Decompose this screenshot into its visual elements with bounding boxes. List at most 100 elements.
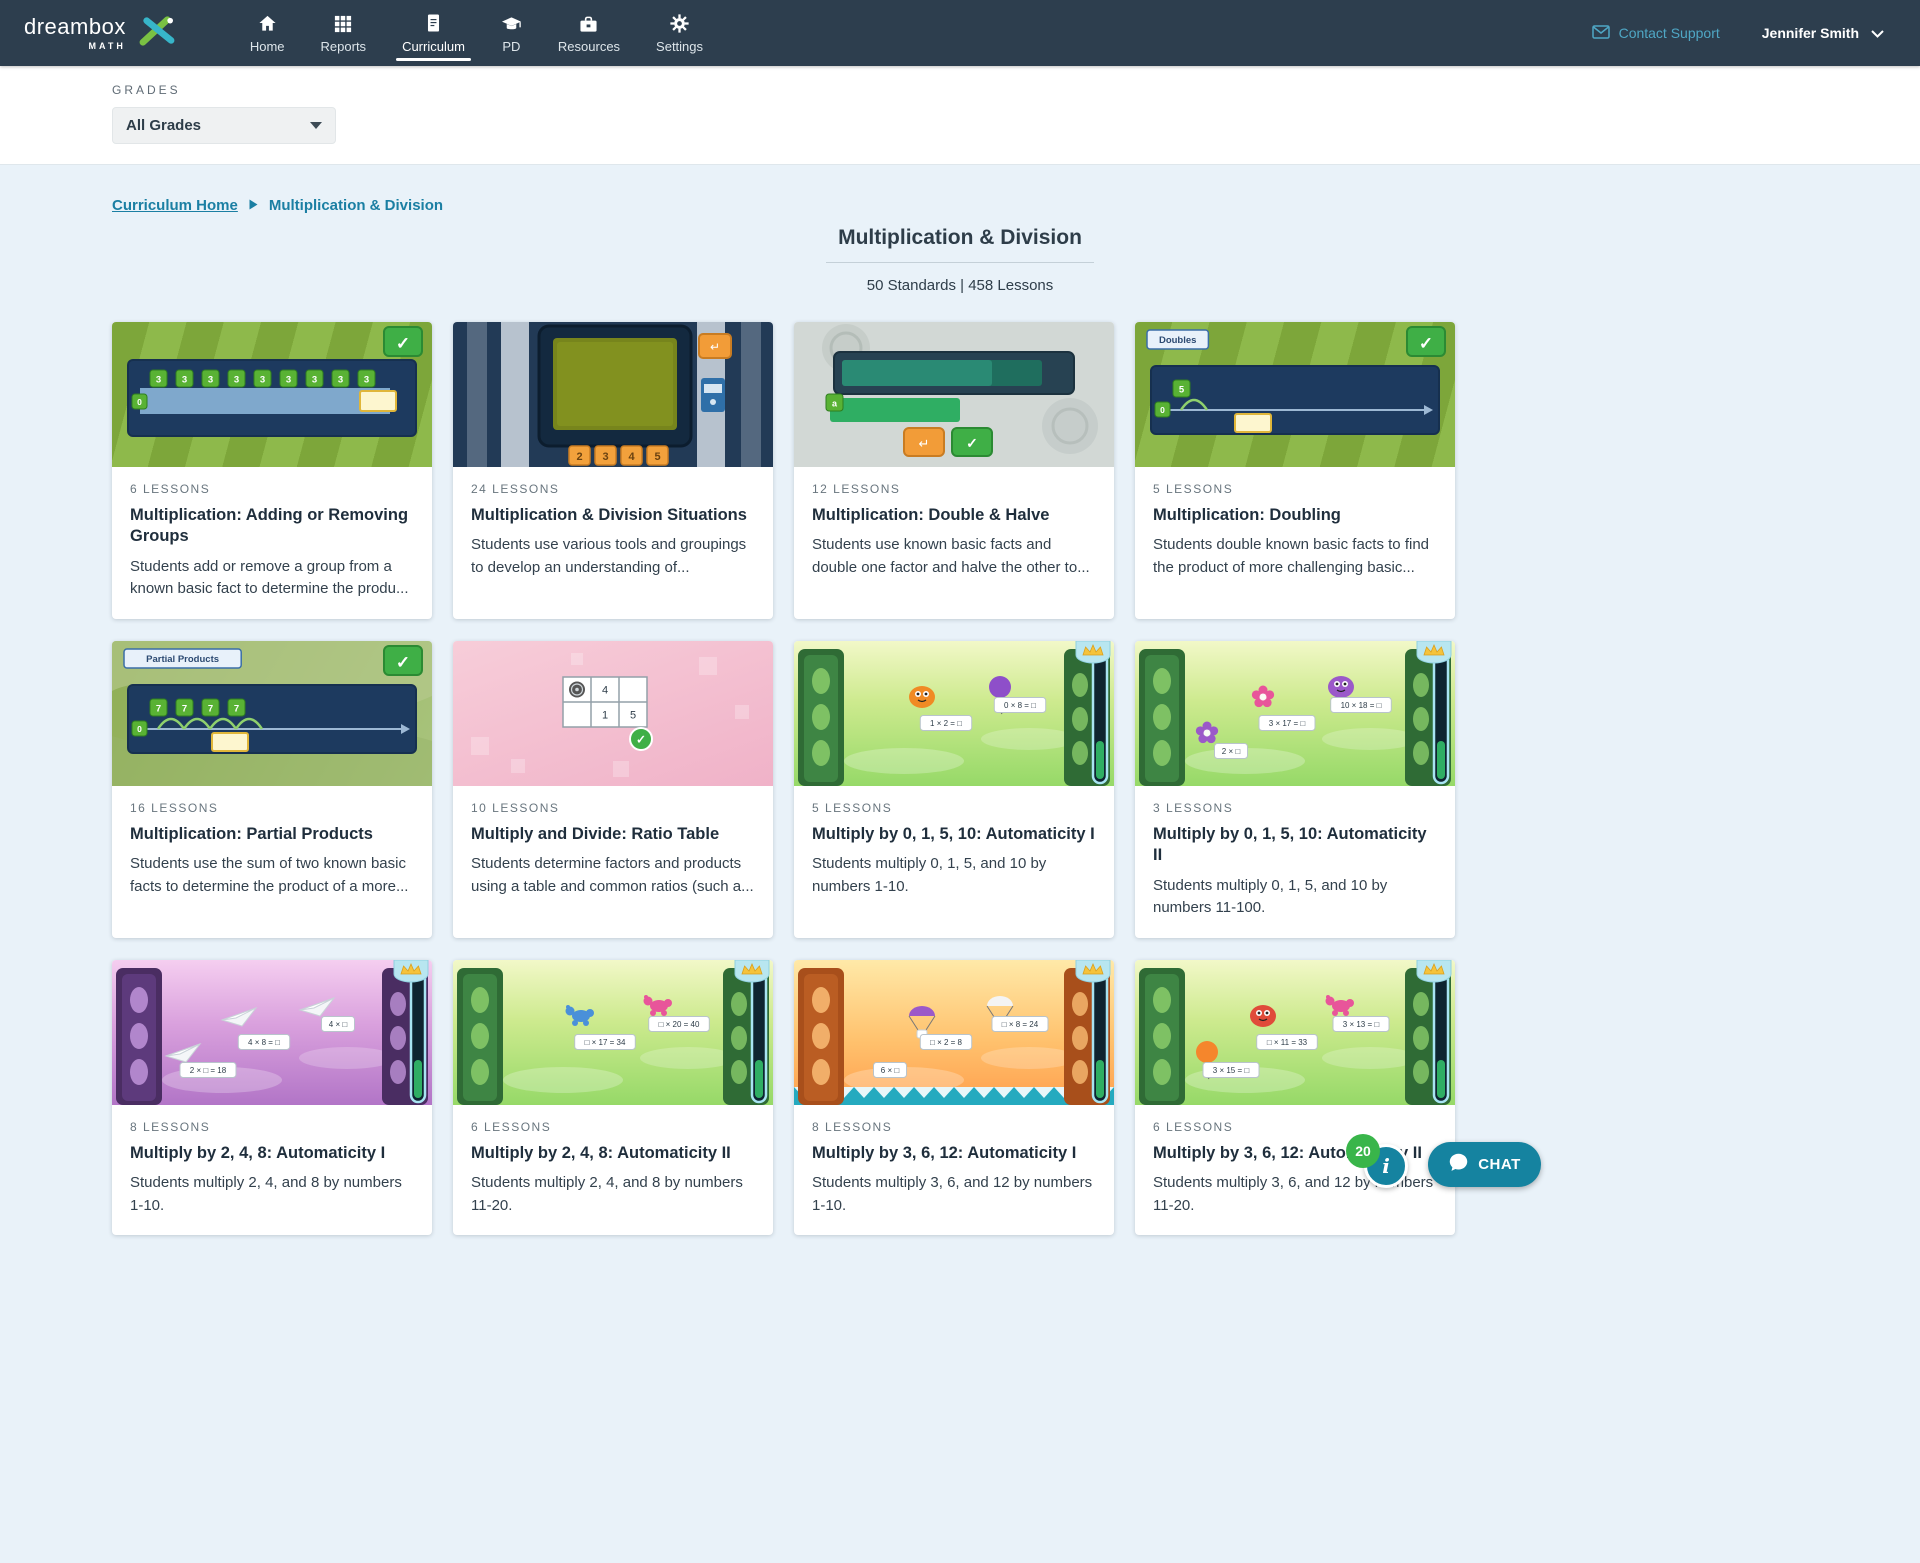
rocket-logo-icon — [138, 15, 176, 52]
lesson-count: 5 LESSONS — [812, 801, 1096, 815]
svg-text:□ × 2 = 8: □ × 2 = 8 — [930, 1038, 963, 1047]
svg-text:□ × 20 = 40: □ × 20 = 40 — [659, 1020, 700, 1029]
svg-text:3: 3 — [234, 375, 239, 386]
briefcase-icon — [579, 13, 598, 33]
svg-text:10 × 18 = □: 10 × 18 = □ — [1341, 701, 1382, 710]
svg-text:2 × □: 2 × □ — [1222, 747, 1241, 756]
svg-text:3: 3 — [364, 375, 369, 386]
svg-text:3: 3 — [182, 375, 187, 386]
svg-text:5: 5 — [1179, 385, 1185, 396]
svg-text:0: 0 — [1160, 405, 1165, 415]
contact-support-link[interactable]: Contact Support — [1592, 25, 1720, 42]
lesson-count: 5 LESSONS — [1153, 482, 1437, 496]
lesson-card[interactable]: □ × 2 = 8□ × 8 = 246 × □ 8 LESSONS Multi… — [794, 960, 1114, 1235]
svg-text:7: 7 — [156, 703, 161, 714]
breadcrumb-curriculum-home[interactable]: Curriculum Home — [112, 197, 238, 214]
card-body: 3 LESSONS Multiply by 0, 1, 5, 10: Autom… — [1135, 786, 1455, 938]
svg-text:3: 3 — [260, 375, 265, 386]
card-thumbnail: □ × 17 = 34□ × 20 = 40 — [453, 960, 773, 1105]
card-title: Multiplication: Double & Halve — [812, 505, 1096, 526]
breadcrumb: Curriculum Home Multiplication & Divisio… — [112, 197, 1808, 214]
lesson-card[interactable]: □ × 17 = 34□ × 20 = 40 6 LESSONS Multipl… — [453, 960, 773, 1235]
breadcrumb-current: Multiplication & Division — [269, 197, 443, 214]
card-title: Multiplication: Doubling — [1153, 505, 1437, 526]
card-body: 8 LESSONS Multiply by 3, 6, 12: Automati… — [794, 1105, 1114, 1235]
grades-bar: GRADES All Grades — [0, 66, 1920, 165]
home-icon — [258, 13, 277, 33]
card-thumbnail: □ × 11 = 333 × 13 = □3 × 15 = □ — [1135, 960, 1455, 1105]
nav-label: Reports — [321, 39, 367, 54]
card-title: Multiply and Divide: Ratio Table — [471, 824, 755, 845]
contact-support-label: Contact Support — [1619, 25, 1720, 41]
lesson-card[interactable]: 415✓ 10 LESSONS Multiply and Divide: Rat… — [453, 641, 773, 938]
svg-text:✓: ✓ — [966, 435, 978, 451]
lesson-card[interactable]: 1 × 2 = □0 × 8 = □ 5 LESSONS Multiply by… — [794, 641, 1114, 938]
card-body: 8 LESSONS Multiply by 2, 4, 8: Automatic… — [112, 1105, 432, 1235]
card-title: Multiply by 0, 1, 5, 10: Automaticity I — [812, 824, 1096, 845]
lesson-count: 12 LESSONS — [812, 482, 1096, 496]
top-navbar: dreambox MATH Home — [0, 0, 1920, 66]
lesson-count: 6 LESSONS — [1153, 1120, 1437, 1134]
card-thumbnail: □ × 2 = 8□ × 8 = 246 × □ — [794, 960, 1114, 1105]
grades-label: GRADES — [112, 83, 1920, 97]
card-title: Multiplication: Partial Products — [130, 824, 414, 845]
svg-text:0: 0 — [137, 724, 142, 734]
svg-text:3: 3 — [156, 375, 161, 386]
nav-item-pd[interactable]: PD — [483, 0, 540, 66]
lesson-card[interactable]: ↵2345 24 LESSONS Multiplication & Divisi… — [453, 322, 773, 619]
lesson-count: 16 LESSONS — [130, 801, 414, 815]
card-thumbnail: 415✓ — [453, 641, 773, 786]
grades-selected-value: All Grades — [126, 117, 201, 134]
main-content: Curriculum Home Multiplication & Divisio… — [0, 197, 1920, 1305]
card-description: Students use known basic facts and doubl… — [812, 534, 1096, 579]
nav-label: Resources — [558, 39, 620, 54]
lesson-card[interactable]: 3 × 17 = □10 × 18 = □2 × □ 3 LESSONS Mul… — [1135, 641, 1455, 938]
lesson-card[interactable]: Doubles 5 0 ✓ 5 LESSONS Multiplication: Dou… — [1135, 322, 1455, 619]
svg-text:7: 7 — [234, 703, 239, 714]
svg-text:3: 3 — [338, 375, 343, 386]
chat-label: CHAT — [1478, 1156, 1521, 1173]
lesson-card[interactable]: Partial Products77770✓ 16 LESSONS Multip… — [112, 641, 432, 938]
lesson-grid: 3333333330✓ 6 LESSONS Multiplication: Ad… — [112, 322, 1808, 1305]
dreambox-logo[interactable]: dreambox MATH — [0, 0, 202, 66]
lesson-count: 24 LESSONS — [471, 482, 755, 496]
chat-button[interactable]: CHAT — [1428, 1142, 1541, 1187]
nav-item-home[interactable]: Home — [232, 0, 303, 66]
logo-title: dreambox — [24, 16, 126, 38]
lesson-card[interactable]: a↵✓ 12 LESSONS Multiplication: Double & … — [794, 322, 1114, 619]
svg-text:✓: ✓ — [1419, 334, 1433, 353]
card-thumbnail: ↵2345 — [453, 322, 773, 467]
nav-item-resources[interactable]: Resources — [540, 0, 638, 66]
lesson-card[interactable]: 3333333330✓ 6 LESSONS Multiplication: Ad… — [112, 322, 432, 619]
card-title: Multiply by 0, 1, 5, 10: Automaticity II — [1153, 824, 1437, 867]
lesson-card[interactable]: □ × 11 = 333 × 13 = □3 × 15 = □ 6 LESSON… — [1135, 960, 1455, 1235]
notification-count-badge: 20 — [1346, 1134, 1380, 1168]
svg-text:Doubles: Doubles — [1159, 335, 1196, 346]
main-nav: Home Reports Curriculum PD — [232, 0, 721, 66]
card-description: Students determine factors and products … — [471, 853, 755, 898]
card-body: 6 LESSONS Multiplication: Adding or Remo… — [112, 467, 432, 619]
svg-text:□ × 11 = 33: □ × 11 = 33 — [1267, 1038, 1308, 1047]
nav-item-reports[interactable]: Reports — [303, 0, 385, 66]
grades-dropdown[interactable]: All Grades — [112, 107, 336, 144]
card-thumbnail: 3 × 17 = □10 × 18 = □2 × □ — [1135, 641, 1455, 786]
card-description: Students multiply 0, 1, 5, and 10 by num… — [1153, 875, 1437, 920]
nav-label: Curriculum — [402, 39, 465, 54]
svg-text:↵: ↵ — [919, 436, 930, 451]
svg-text:3: 3 — [208, 375, 213, 386]
user-name: Jennifer Smith — [1762, 25, 1859, 41]
card-title: Multiply by 2, 4, 8: Automaticity I — [130, 1143, 414, 1164]
envelope-icon — [1592, 25, 1610, 42]
svg-text:7: 7 — [182, 703, 187, 714]
card-description: Students multiply 2, 4, and 8 by numbers… — [471, 1172, 755, 1217]
chat-bubble-icon — [1448, 1152, 1469, 1177]
nav-item-settings[interactable]: Settings — [638, 0, 721, 66]
lesson-card[interactable]: 4 × 8 = □4 × □2 × □ = 18 8 LESSONS Multi… — [112, 960, 432, 1235]
svg-text:4 × □: 4 × □ — [329, 1020, 348, 1029]
page-subtitle: 50 Standards | 458 Lessons — [112, 277, 1808, 294]
nav-item-curriculum[interactable]: Curriculum — [384, 0, 483, 66]
user-menu[interactable]: Jennifer Smith — [1762, 25, 1884, 41]
svg-text:4 × 8 = □: 4 × 8 = □ — [248, 1038, 280, 1047]
nav-label: Settings — [656, 39, 703, 54]
card-description: Students use various tools and groupings… — [471, 534, 755, 579]
